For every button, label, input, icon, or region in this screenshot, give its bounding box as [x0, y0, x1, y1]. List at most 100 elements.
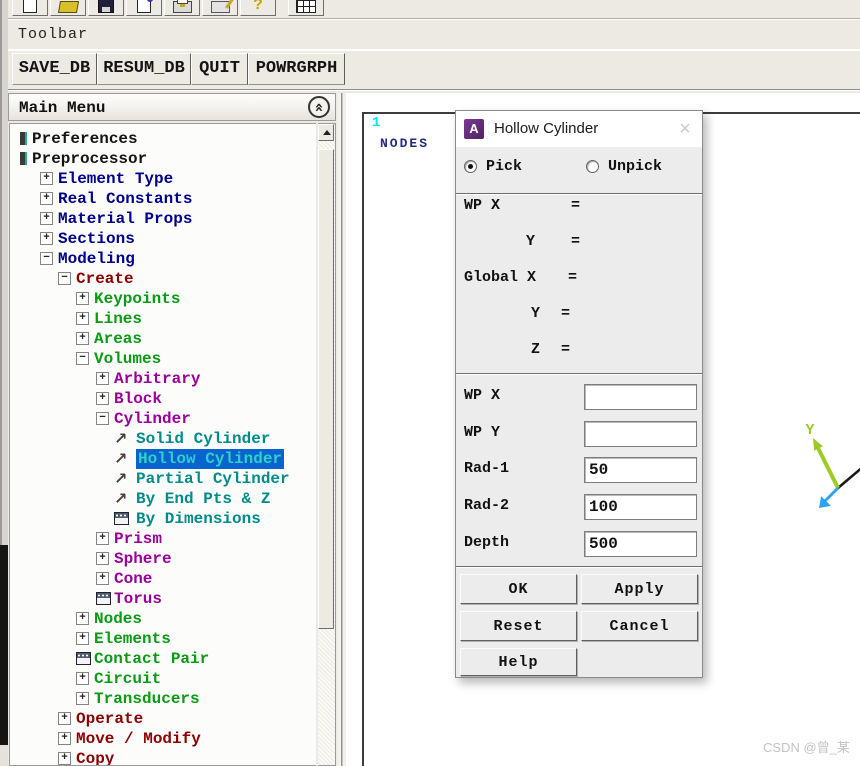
expand-icon[interactable]: +: [58, 732, 71, 745]
tree-item-element-type[interactable]: +Element Type: [10, 169, 316, 189]
tree-item-material-props[interactable]: +Material Props: [10, 209, 316, 229]
tree-item-modeling[interactable]: −Modeling: [10, 249, 316, 269]
triad-x-axis: [838, 466, 860, 488]
rad-2-input[interactable]: [584, 494, 697, 520]
readout-equals: =: [571, 234, 580, 250]
new-file-button[interactable]: [12, 0, 48, 16]
help-button[interactable]: Help: [460, 648, 577, 676]
toolbar-panel: Toolbar: [8, 19, 860, 50]
powrgrph-button[interactable]: POWRGRPH: [248, 53, 345, 85]
tree-item-hollow-cylinder[interactable]: ↗Hollow Cylinder: [10, 449, 316, 469]
tree-item-torus[interactable]: Torus: [10, 589, 316, 609]
expand-icon[interactable]: +: [40, 172, 53, 185]
tree-item-operate[interactable]: +Operate: [10, 709, 316, 729]
tree-item-label: Elements: [94, 629, 171, 649]
tree-item-keypoints[interactable]: +Keypoints: [10, 289, 316, 309]
tree-item-cylinder[interactable]: −Cylinder: [10, 409, 316, 429]
tree-item-create[interactable]: −Create: [10, 269, 316, 289]
cancel-button[interactable]: Cancel: [581, 611, 698, 641]
dialog-close-button[interactable]: ×: [668, 112, 702, 146]
quit-button[interactable]: QUIT: [191, 53, 248, 85]
wp-x-input[interactable]: [584, 384, 697, 410]
dialog-titlebar[interactable]: A Hollow Cylinder ×: [456, 111, 702, 147]
tree-item-volumes[interactable]: −Volumes: [10, 349, 316, 369]
tree-item-label: Hollow Cylinder: [136, 449, 284, 469]
expand-icon[interactable]: +: [76, 612, 89, 625]
tree-item-by-dimensions[interactable]: By Dimensions: [10, 509, 316, 529]
tree-item-real-constants[interactable]: + Real Constants: [10, 189, 316, 209]
tree-item-elements[interactable]: + Elements: [10, 629, 316, 649]
tree-item-nodes[interactable]: +Nodes: [10, 609, 316, 629]
collapse-icon[interactable]: −: [40, 252, 53, 265]
expand-icon[interactable]: +: [76, 672, 89, 685]
help-button[interactable]: ?: [240, 0, 276, 16]
expand-icon[interactable]: +: [40, 192, 53, 205]
expand-icon[interactable]: +: [76, 292, 89, 305]
plot-window-number: 1: [372, 116, 380, 130]
expand-icon[interactable]: +: [96, 392, 109, 405]
resum-db-button[interactable]: RESUM_DB: [97, 53, 191, 85]
expand-icon[interactable]: +: [76, 632, 89, 645]
open-button[interactable]: [50, 0, 86, 16]
tree-item-transducers[interactable]: +Transducers: [10, 689, 316, 709]
expand-icon[interactable]: +: [96, 372, 109, 385]
expand-icon[interactable]: +: [96, 532, 109, 545]
tree-item-move-modify[interactable]: +Move / Modify: [10, 729, 316, 749]
expand-icon[interactable]: +: [40, 232, 53, 245]
save-button[interactable]: [88, 0, 124, 16]
expand-icon[interactable]: +: [58, 752, 71, 765]
tree-item-sphere[interactable]: +Sphere: [10, 549, 316, 569]
tree-item-block[interactable]: +Block: [10, 389, 316, 409]
scrollbar-thumb[interactable]: [318, 149, 334, 629]
edit-button[interactable]: [126, 0, 162, 16]
expand-icon[interactable]: +: [76, 692, 89, 705]
tree-item-sections[interactable]: +Sections: [10, 229, 316, 249]
expand-icon[interactable]: +: [58, 712, 71, 725]
expand-icon[interactable]: +: [40, 212, 53, 225]
wp-y-input[interactable]: [584, 421, 697, 447]
tree-scrollbar[interactable]: [318, 123, 336, 766]
tree-item-preferences[interactable]: Preferences: [10, 129, 316, 149]
tree-item-cone[interactable]: +Cone: [10, 569, 316, 589]
tree-item-solid-cylinder[interactable]: ↗Solid Cylinder: [10, 429, 316, 449]
expand-icon[interactable]: +: [96, 552, 109, 565]
collapse-icon[interactable]: −: [58, 272, 71, 285]
rad-2-field-label: Rad-2: [464, 498, 509, 514]
readout-label-wp-x-0: WP X: [464, 198, 500, 214]
tree-item-arbitrary[interactable]: +Arbitrary: [10, 369, 316, 389]
tree-item-partial-cylinder[interactable]: ↗Partial Cylinder: [10, 469, 316, 489]
tree-item-copy[interactable]: +Copy: [10, 749, 316, 766]
tree-item-label: Real Constants: [58, 189, 192, 209]
pick-radio[interactable]: [464, 160, 477, 173]
depth-input[interactable]: [584, 531, 697, 557]
tree-item-label: Solid Cylinder: [136, 429, 270, 449]
ok-button[interactable]: OK: [460, 574, 577, 604]
scrollbar-up-button[interactable]: [318, 124, 334, 141]
collapse-icon[interactable]: −: [96, 412, 109, 425]
print-setup-button[interactable]: [202, 0, 238, 16]
unpick-radio[interactable]: [586, 160, 599, 173]
tree-item-contact-pair[interactable]: Contact Pair: [10, 649, 316, 669]
tree-item-label: Cylinder: [114, 409, 191, 429]
tree-item-areas[interactable]: +Areas: [10, 329, 316, 349]
apply-button[interactable]: Apply: [581, 574, 698, 604]
toolbar-buttons-row: SAVE_DBRESUM_DBQUITPOWRGRPH: [8, 49, 860, 90]
collapse-icon[interactable]: −: [76, 352, 89, 365]
coordinate-triad: Y: [780, 412, 860, 528]
readout-label-y-1: Y: [526, 234, 535, 250]
dialog-separator: [456, 373, 702, 375]
expand-icon[interactable]: +: [76, 332, 89, 345]
expand-icon[interactable]: +: [96, 572, 109, 585]
tree-item-by-end-pts-z[interactable]: ↗By End Pts & Z: [10, 489, 316, 509]
tree-item-prism[interactable]: +Prism: [10, 529, 316, 549]
collapse-menu-button[interactable]: «: [308, 96, 330, 118]
save-db-button[interactable]: SAVE_DB: [12, 53, 97, 85]
tree-item-preprocessor[interactable]: Preprocessor: [10, 149, 316, 169]
rad-1-input[interactable]: [584, 457, 697, 483]
reset-button[interactable]: Reset: [460, 611, 577, 641]
tree-item-lines[interactable]: +Lines: [10, 309, 316, 329]
raise-hidden-button[interactable]: [288, 0, 324, 16]
tree-item-circuit[interactable]: +Circuit: [10, 669, 316, 689]
expand-icon[interactable]: +: [76, 312, 89, 325]
print-button[interactable]: [164, 0, 200, 16]
